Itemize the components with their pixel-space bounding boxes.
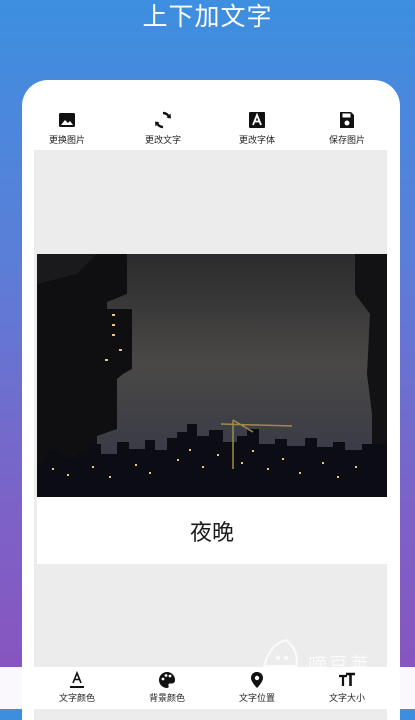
text-size-button[interactable]: 文字大小 bbox=[307, 671, 387, 707]
text-size-icon bbox=[339, 672, 355, 686]
change-text-label: 更改文字 bbox=[144, 136, 181, 146]
change-image-label: 更换图片 bbox=[48, 136, 85, 146]
editor-canvas: 夜晚 bbox=[34, 150, 387, 720]
refresh-icon bbox=[155, 111, 171, 129]
change-image-button[interactable]: 更换图片 bbox=[22, 110, 112, 150]
save-image-button[interactable]: 保存图片 bbox=[302, 110, 392, 150]
top-toolbar: 更换图片 更改文字 更改字体 保存图片 bbox=[22, 110, 400, 150]
palette-icon bbox=[159, 672, 176, 688]
text-size-label: 文字大小 bbox=[328, 694, 365, 704]
change-font-button[interactable]: 更改字体 bbox=[212, 110, 302, 150]
night-city-photo[interactable] bbox=[37, 254, 387, 497]
background-color-label: 背景颜色 bbox=[148, 694, 185, 704]
change-text-button[interactable]: 更改文字 bbox=[118, 110, 208, 150]
caption-text[interactable]: 夜晚 bbox=[190, 515, 234, 547]
editor-card: 更换图片 更改文字 更改字体 保存图片 夜晚 bbox=[22, 80, 400, 720]
text-color-label: 文字颜色 bbox=[58, 694, 95, 704]
image-icon bbox=[59, 113, 75, 127]
text-color-icon bbox=[70, 671, 84, 688]
save-image-label: 保存图片 bbox=[328, 136, 365, 146]
font-icon bbox=[249, 112, 265, 128]
bottom-toolbar: 文字颜色 背景颜色 文字位置 文字大小 bbox=[0, 667, 415, 709]
text-position-button[interactable]: 文字位置 bbox=[217, 671, 297, 707]
text-color-button[interactable]: 文字颜色 bbox=[37, 671, 117, 707]
location-pin-icon bbox=[251, 672, 263, 688]
app-title: 上下加文字 bbox=[142, 2, 273, 31]
change-font-label: 更改字体 bbox=[238, 136, 275, 146]
save-icon bbox=[340, 112, 354, 128]
caption-area[interactable]: 夜晚 bbox=[37, 497, 387, 564]
text-position-label: 文字位置 bbox=[238, 694, 275, 704]
background-color-button[interactable]: 背景颜色 bbox=[127, 671, 207, 707]
